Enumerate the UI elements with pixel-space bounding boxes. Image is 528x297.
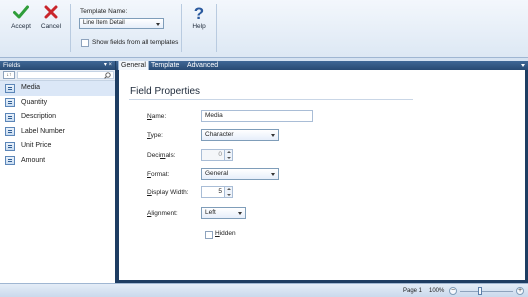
field-list-icon bbox=[5, 141, 15, 151]
fields-panel: Fields ▾ × ↓↑ Media Quantity Description La… bbox=[0, 61, 116, 283]
display-width-value: 5 bbox=[218, 188, 222, 195]
field-list-item-label: Quantity bbox=[21, 98, 48, 106]
field-list-item[interactable]: Unit Price bbox=[0, 139, 115, 154]
tab-general[interactable]: General bbox=[118, 61, 149, 70]
decimals-stepper[interactable]: 0 bbox=[201, 149, 233, 161]
status-bar: Page 1 100% − + bbox=[0, 283, 528, 297]
alignment-dropdown[interactable]: Left bbox=[201, 207, 246, 219]
cancel-label: Cancel bbox=[40, 23, 62, 30]
field-list-icon bbox=[5, 83, 15, 93]
field-list-icon bbox=[5, 127, 15, 137]
magnifier-icon[interactable] bbox=[104, 72, 111, 79]
zoom-out-button[interactable]: − bbox=[449, 287, 457, 295]
tab-advanced[interactable]: Advanced bbox=[185, 61, 220, 70]
fields-panel-toolbar: ↓↑ bbox=[0, 70, 115, 81]
field-properties-panel: Field Properties Name: Media Type: Chara… bbox=[119, 70, 525, 280]
help-label: Help bbox=[192, 23, 206, 30]
field-list-icon bbox=[5, 98, 15, 108]
fields-panel-title: Fields bbox=[3, 62, 21, 69]
cancel-button[interactable]: Cancel bbox=[39, 5, 63, 30]
alignment-label: Alignment: bbox=[147, 210, 178, 217]
decimals-value: 0 bbox=[218, 151, 222, 158]
name-label: Name: bbox=[147, 113, 167, 120]
hidden-label: Hidden bbox=[215, 230, 236, 237]
template-name-value: Line Item Detail bbox=[83, 20, 125, 26]
decimals-label: Decimals: bbox=[147, 152, 176, 159]
template-name-dropdown[interactable]: Line Item Detail bbox=[79, 18, 164, 29]
title-divider bbox=[129, 99, 413, 100]
stepper-arrows-icon[interactable] bbox=[224, 150, 232, 160]
field-list-item[interactable]: Amount bbox=[0, 154, 115, 169]
stepper-arrows-icon[interactable] bbox=[224, 187, 232, 197]
tab-template[interactable]: Template bbox=[149, 61, 181, 70]
tab-bar: General Template Advanced bbox=[116, 61, 528, 70]
format-label: Format: bbox=[147, 171, 170, 178]
chevron-down-icon bbox=[271, 134, 275, 137]
content-area: Field Properties Name: Media Type: Chara… bbox=[116, 70, 528, 283]
field-list-icon bbox=[5, 156, 15, 166]
zoom-in-button[interactable]: + bbox=[516, 287, 524, 295]
field-list-item-label: Label Number bbox=[21, 127, 65, 135]
format-value: General bbox=[205, 170, 229, 177]
field-list-item[interactable]: Quantity bbox=[0, 96, 115, 111]
question-mark-icon: ? bbox=[193, 4, 205, 23]
panel-controls-icon[interactable]: ▾ × bbox=[104, 61, 112, 70]
fields-search-input[interactable] bbox=[17, 71, 114, 79]
alignment-value: Left bbox=[205, 209, 216, 216]
type-value: Character bbox=[205, 131, 234, 138]
accept-button[interactable]: Accept bbox=[9, 5, 33, 30]
field-list-item-label: Unit Price bbox=[21, 142, 52, 149]
chevron-down-icon bbox=[156, 23, 160, 26]
x-icon bbox=[44, 5, 58, 19]
help-button[interactable]: ? Help bbox=[188, 5, 210, 30]
field-list-item-label: Media bbox=[21, 84, 41, 91]
chevron-down-icon bbox=[271, 173, 275, 176]
zoom-slider-track[interactable] bbox=[460, 291, 513, 292]
ribbon-toolbar: Accept Cancel Template Name: Line Item D… bbox=[0, 0, 528, 58]
ribbon-separator bbox=[181, 4, 182, 52]
field-list-item-label: Amount bbox=[21, 156, 46, 164]
page-indicator: Page 1 bbox=[403, 288, 423, 294]
format-dropdown[interactable]: General bbox=[201, 168, 279, 180]
zoom-level: 100% bbox=[429, 288, 445, 294]
checkmark-icon bbox=[13, 5, 29, 19]
fields-panel-header: Fields ▾ × bbox=[0, 61, 115, 70]
chevron-down-icon bbox=[238, 212, 242, 215]
hidden-checkbox[interactable] bbox=[205, 231, 213, 239]
show-all-templates-label: Show fields from all templates bbox=[92, 39, 179, 46]
display-width-label: Display Width: bbox=[147, 189, 189, 196]
show-all-templates-checkbox[interactable] bbox=[81, 39, 89, 47]
accept-label: Accept bbox=[11, 23, 31, 30]
fields-list: Media Quantity Description Label Number Unit… bbox=[0, 81, 115, 168]
field-list-item[interactable]: Description bbox=[0, 110, 115, 125]
field-list-item-label: Description bbox=[21, 113, 57, 120]
type-label: Type: bbox=[147, 132, 163, 139]
field-list-item[interactable]: Media bbox=[0, 81, 115, 96]
field-list-icon bbox=[5, 112, 15, 122]
name-field[interactable]: Media bbox=[201, 110, 313, 122]
ribbon-separator bbox=[216, 4, 217, 52]
field-list-item[interactable]: Label Number bbox=[0, 125, 115, 140]
type-dropdown[interactable]: Character bbox=[201, 129, 279, 141]
tab-menu-chevron-icon[interactable] bbox=[521, 64, 525, 67]
sort-button[interactable]: ↓↑ bbox=[3, 71, 15, 79]
display-width-stepper[interactable]: 5 bbox=[201, 186, 233, 198]
template-name-label: Template Name: bbox=[80, 8, 128, 15]
zoom-slider-thumb[interactable] bbox=[477, 287, 482, 295]
field-properties-title: Field Properties bbox=[130, 86, 201, 97]
ribbon-separator bbox=[70, 4, 71, 52]
